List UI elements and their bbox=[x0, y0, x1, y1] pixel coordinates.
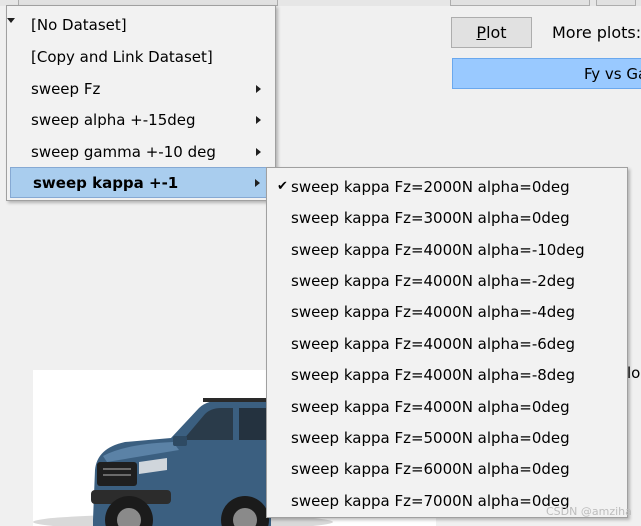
submenu-item[interactable]: sweep kappa Fz=3000N alpha=0deg bbox=[269, 202, 625, 233]
submenu-item[interactable]: sweep kappa Fz=4000N alpha=-4deg bbox=[269, 296, 625, 327]
submenu-item-label: sweep kappa Fz=4000N alpha=-4deg bbox=[291, 302, 576, 321]
submenu-item-label: sweep kappa Fz=6000N alpha=0deg bbox=[291, 459, 570, 478]
submenu-item-label: sweep kappa Fz=4000N alpha=0deg bbox=[291, 397, 570, 416]
submenu-item[interactable]: sweep kappa Fz=6000N alpha=0deg bbox=[269, 453, 625, 484]
more-plots-selected-label: Fy vs Ga bbox=[584, 64, 641, 83]
menu-item-no-dataset[interactable]: [No Dataset] bbox=[9, 9, 273, 40]
menu-item-sweep-kappa[interactable]: sweep kappa +-1 bbox=[10, 167, 273, 198]
plot-button[interactable]: Plot bbox=[451, 17, 532, 48]
submenu-item[interactable]: sweep kappa Fz=5000N alpha=0deg bbox=[269, 422, 625, 453]
submenu-item[interactable]: sweep kappa Fz=4000N alpha=0deg bbox=[269, 391, 625, 422]
submenu-item[interactable]: sweep kappa Fz=4000N alpha=-6deg bbox=[269, 328, 625, 359]
submenu-arrow-icon bbox=[255, 178, 260, 187]
submenu-item[interactable]: sweep kappa Fz=4000N alpha=-10deg bbox=[269, 234, 625, 265]
submenu-item-label: sweep kappa Fz=3000N alpha=0deg bbox=[291, 208, 570, 227]
submenu-item-label: sweep kappa Fz=4000N alpha=-2deg bbox=[291, 271, 576, 290]
more-plots-selected-item[interactable]: Fy vs Ga bbox=[452, 58, 641, 89]
top-button-2[interactable] bbox=[596, 0, 636, 6]
menu-item-label: sweep Fz bbox=[31, 79, 101, 98]
submenu-arrow-icon bbox=[256, 115, 261, 124]
clipped-text: lo bbox=[627, 364, 641, 382]
top-button[interactable] bbox=[450, 0, 590, 6]
submenu-item[interactable]: ✔ sweep kappa Fz=2000N alpha=0deg bbox=[269, 171, 625, 202]
plot-mnemonic: P bbox=[476, 23, 487, 42]
submenu-arrow-icon bbox=[256, 147, 261, 156]
menu-item-copy-link-dataset[interactable]: [Copy and Link Dataset] bbox=[9, 41, 273, 72]
submenu-arrow-icon bbox=[256, 84, 261, 93]
submenu-item-label: sweep kappa Fz=5000N alpha=0deg bbox=[291, 428, 570, 447]
menu-item-sweep-alpha[interactable]: sweep alpha +-15deg bbox=[9, 104, 273, 135]
submenu-item-label: sweep kappa Fz=4000N alpha=-6deg bbox=[291, 334, 576, 353]
menu-item-sweep-fz[interactable]: sweep Fz bbox=[9, 73, 273, 104]
menu-item-label: [Copy and Link Dataset] bbox=[31, 47, 213, 66]
submenu-item-label: sweep kappa Fz=4000N alpha=-8deg bbox=[291, 365, 576, 384]
menu-item-label: sweep alpha +-15deg bbox=[31, 110, 196, 129]
submenu-item-label: sweep kappa Fz=7000N alpha=0deg bbox=[291, 491, 570, 510]
menu-item-label: sweep gamma +-10 deg bbox=[31, 142, 216, 161]
menu-item-sweep-gamma[interactable]: sweep gamma +-10 deg bbox=[9, 136, 273, 167]
menu-item-label: [No Dataset] bbox=[31, 15, 127, 34]
submenu-item[interactable]: sweep kappa Fz=4000N alpha=-2deg bbox=[269, 265, 625, 296]
checkmark-icon: ✔ bbox=[277, 178, 288, 194]
dataset-menu: [No Dataset] [Copy and Link Dataset] swe… bbox=[6, 5, 276, 201]
sweep-kappa-submenu: ✔ sweep kappa Fz=2000N alpha=0deg sweep … bbox=[266, 167, 628, 518]
submenu-item-label: sweep kappa Fz=2000N alpha=0deg bbox=[291, 177, 570, 196]
watermark: CSDN @amziha bbox=[546, 505, 632, 518]
more-plots-label: More plots: bbox=[552, 23, 641, 42]
plot-rest: lot bbox=[486, 23, 507, 42]
submenu-item[interactable]: sweep kappa Fz=4000N alpha=-8deg bbox=[269, 359, 625, 390]
menu-item-label: sweep kappa +-1 bbox=[33, 173, 179, 192]
plot-button-label: Plot bbox=[476, 23, 506, 42]
submenu-item-label: sweep kappa Fz=4000N alpha=-10deg bbox=[291, 240, 585, 259]
